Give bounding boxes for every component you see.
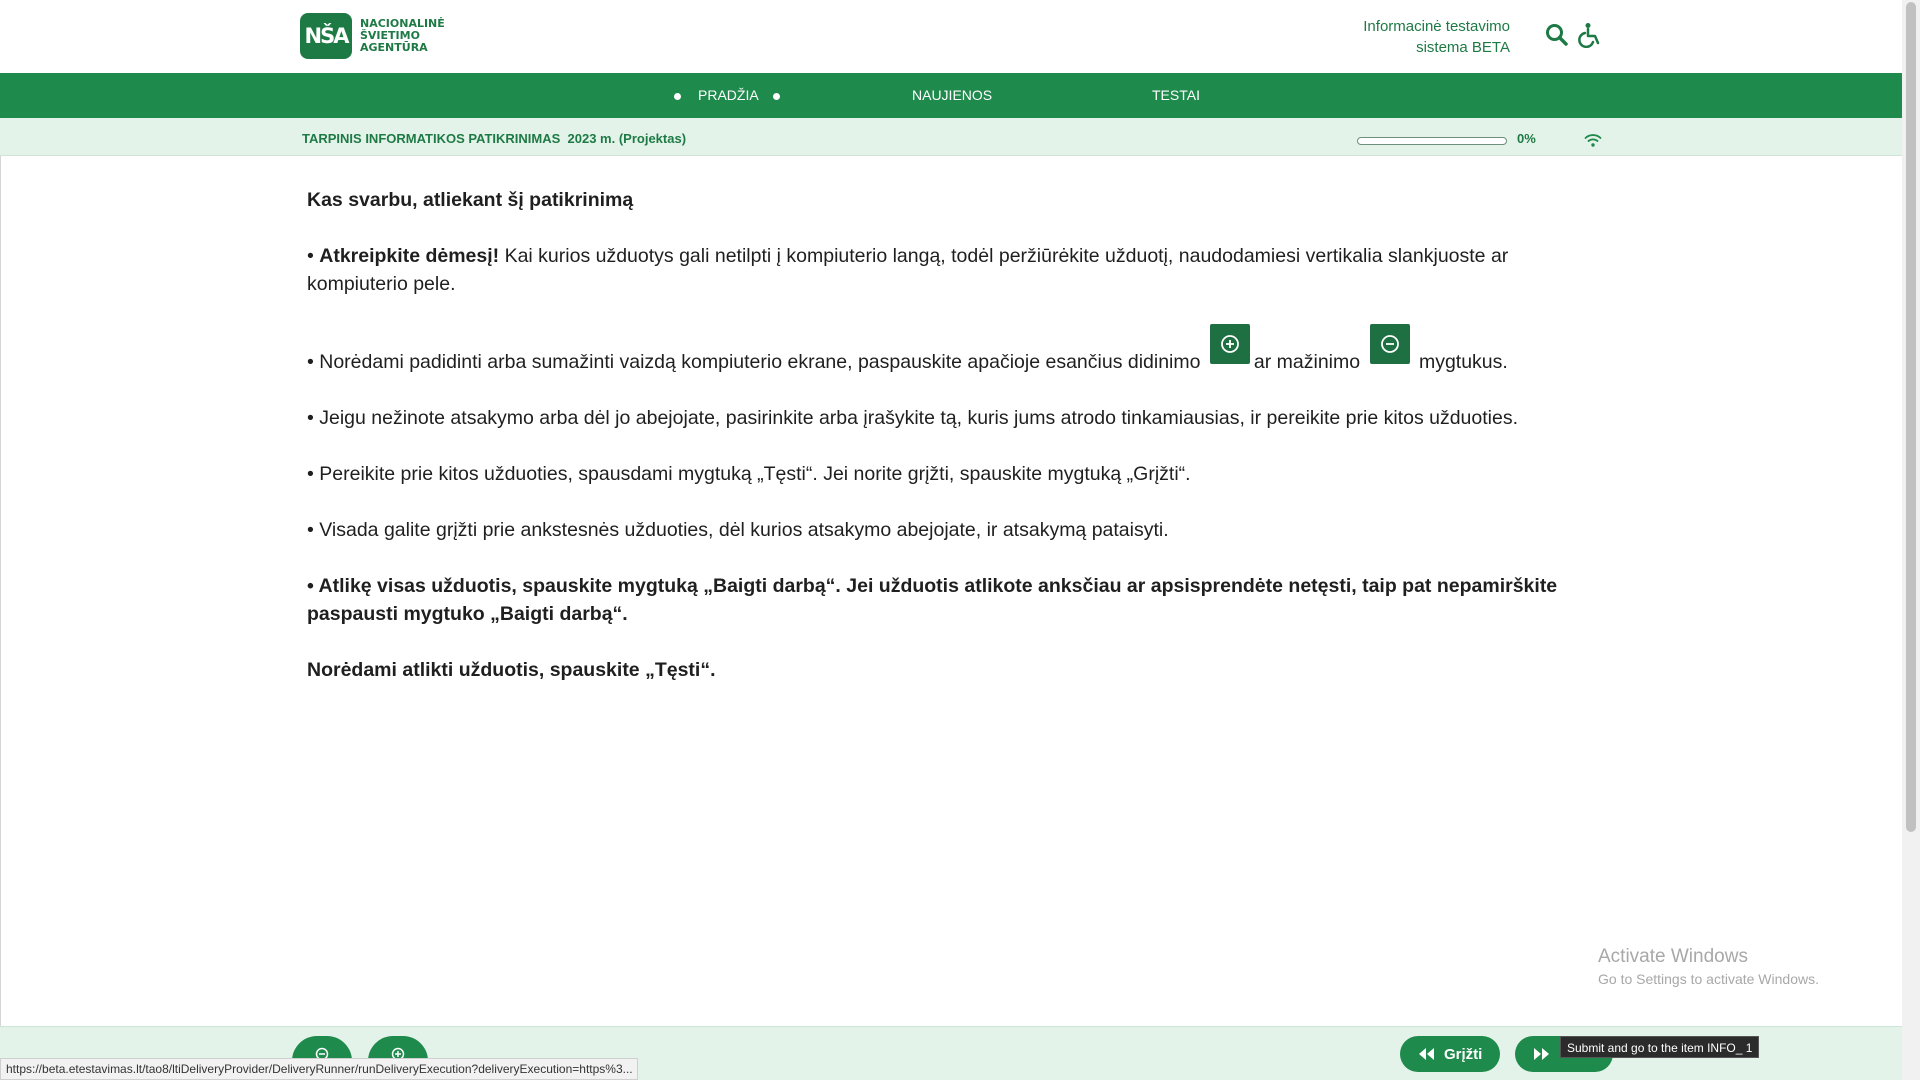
progress-bar: [1357, 137, 1507, 145]
page-scrollbar[interactable]: [1902, 0, 1920, 1080]
unsure-text: Jeigu nežinote atsakymo arba dėl jo abej…: [319, 407, 1519, 429]
nav-item-pradzia[interactable]: PRADŽIA: [698, 73, 759, 118]
instruction-zoom: • Norėdami padidinti arba sumažinti vaiz…: [307, 324, 1607, 376]
logo-line-3: AGENTŪRA: [360, 41, 428, 54]
continue-tooltip: Submit and go to the item INFO_ 1: [1560, 1036, 1760, 1058]
attention-label: Atkreipkite dėmesį!: [319, 245, 500, 267]
main-nav: PRADŽIA NAUJIENOS TESTAI: [0, 73, 1902, 118]
nav-active-dot-right: [773, 93, 780, 100]
scrollbar-thumb[interactable]: [1906, 2, 1916, 832]
nav-item-testai[interactable]: TESTAI: [1152, 73, 1200, 118]
browser-status-url: https://beta.etestavimas.lt/tao8/ltiDeli…: [0, 1058, 638, 1080]
progress-label: 0%: [1517, 131, 1536, 146]
test-title: TARPINIS INFORMATIKOS PATIKRINIMAS 2023 …: [302, 131, 687, 146]
search-icon[interactable]: [1544, 22, 1570, 48]
instruction-start: Norėdami atlikti užduotis, spauskite „Tę…: [307, 656, 1607, 684]
instruction-finish: • Atlikę visas užduotis, spauskite mygtu…: [307, 575, 1558, 625]
system-title-line-1: Informacinė testavimo: [1363, 18, 1510, 35]
test-info-bar: TARPINIS INFORMATIKOS PATIKRINIMAS 2023 …: [0, 118, 1902, 156]
nsa-logo[interactable]: NŠA NACIONALINĖ ŠVIETIMO AGENTŪRA: [300, 13, 445, 59]
rewind-icon: [1419, 1048, 1434, 1060]
instruction-continue: • Pereikite prie kitos užduoties, spausd…: [307, 463, 1191, 485]
logo-mark: NŠA: [300, 13, 352, 59]
instruction-unsure: • Jeigu nežinote atsakymo arba dėl jo ab…: [307, 407, 1519, 429]
fast-forward-icon: [1534, 1048, 1549, 1060]
system-title-line-2: sistema BETA: [1416, 39, 1510, 56]
inline-zoom-in-button: [1209, 324, 1250, 364]
nav-item-naujienos[interactable]: NAUJIENOS: [912, 73, 992, 118]
instruction-attention: • Atkreipkite dėmesį! Kai kurios užduoty…: [307, 245, 1509, 295]
top-header: NŠA NACIONALINĖ ŠVIETIMO AGENTŪRA Inform…: [0, 0, 1902, 73]
system-title: Informacinė testavimo sistema BETA: [1363, 16, 1510, 58]
instruction-return: • Visada galite grįžti prie ankstesnės u…: [307, 519, 1169, 541]
logo-text: NACIONALINĖ ŠVIETIMO AGENTŪRA: [360, 18, 445, 54]
finish-text: Atlikę visas užduotis, spauskite mygtuką…: [307, 575, 1558, 625]
activate-subtitle: Go to Settings to activate Windows.: [1598, 971, 1819, 987]
back-button[interactable]: Grįžti: [1400, 1036, 1500, 1072]
back-button-label: Grįžti: [1444, 1045, 1483, 1063]
start-text: Norėdami atlikti užduotis, spauskite „Tę…: [307, 659, 716, 681]
zoom-text-middle: ar mažinimo: [1253, 351, 1361, 373]
instructions-heading: Kas svarbu, atliekant šį patikrinimą: [307, 189, 634, 211]
return-text: Visada galite grįžti prie ankstesnės užd…: [319, 519, 1169, 541]
instructions-panel: Kas svarbu, atliekant šį patikrinimą • A…: [0, 156, 1902, 1026]
nav-active-dot-left: [674, 93, 681, 100]
connection-icon: [1584, 132, 1602, 148]
zoom-text-before: Norėdami padidinti arba sumažinti vaizdą…: [319, 351, 1201, 373]
instructions-text: Kas svarbu, atliekant šį patikrinimą • A…: [307, 186, 1607, 712]
inline-zoom-out-button: [1369, 324, 1410, 364]
accessibility-icon[interactable]: [1578, 22, 1604, 49]
windows-activation-watermark: Activate Windows Go to Settings to activ…: [1598, 945, 1819, 989]
continue-text: Pereikite prie kitos užduoties, spausdam…: [319, 463, 1191, 485]
activate-title: Activate Windows: [1598, 946, 1748, 967]
zoom-text-after: mygtukus.: [1418, 351, 1508, 373]
